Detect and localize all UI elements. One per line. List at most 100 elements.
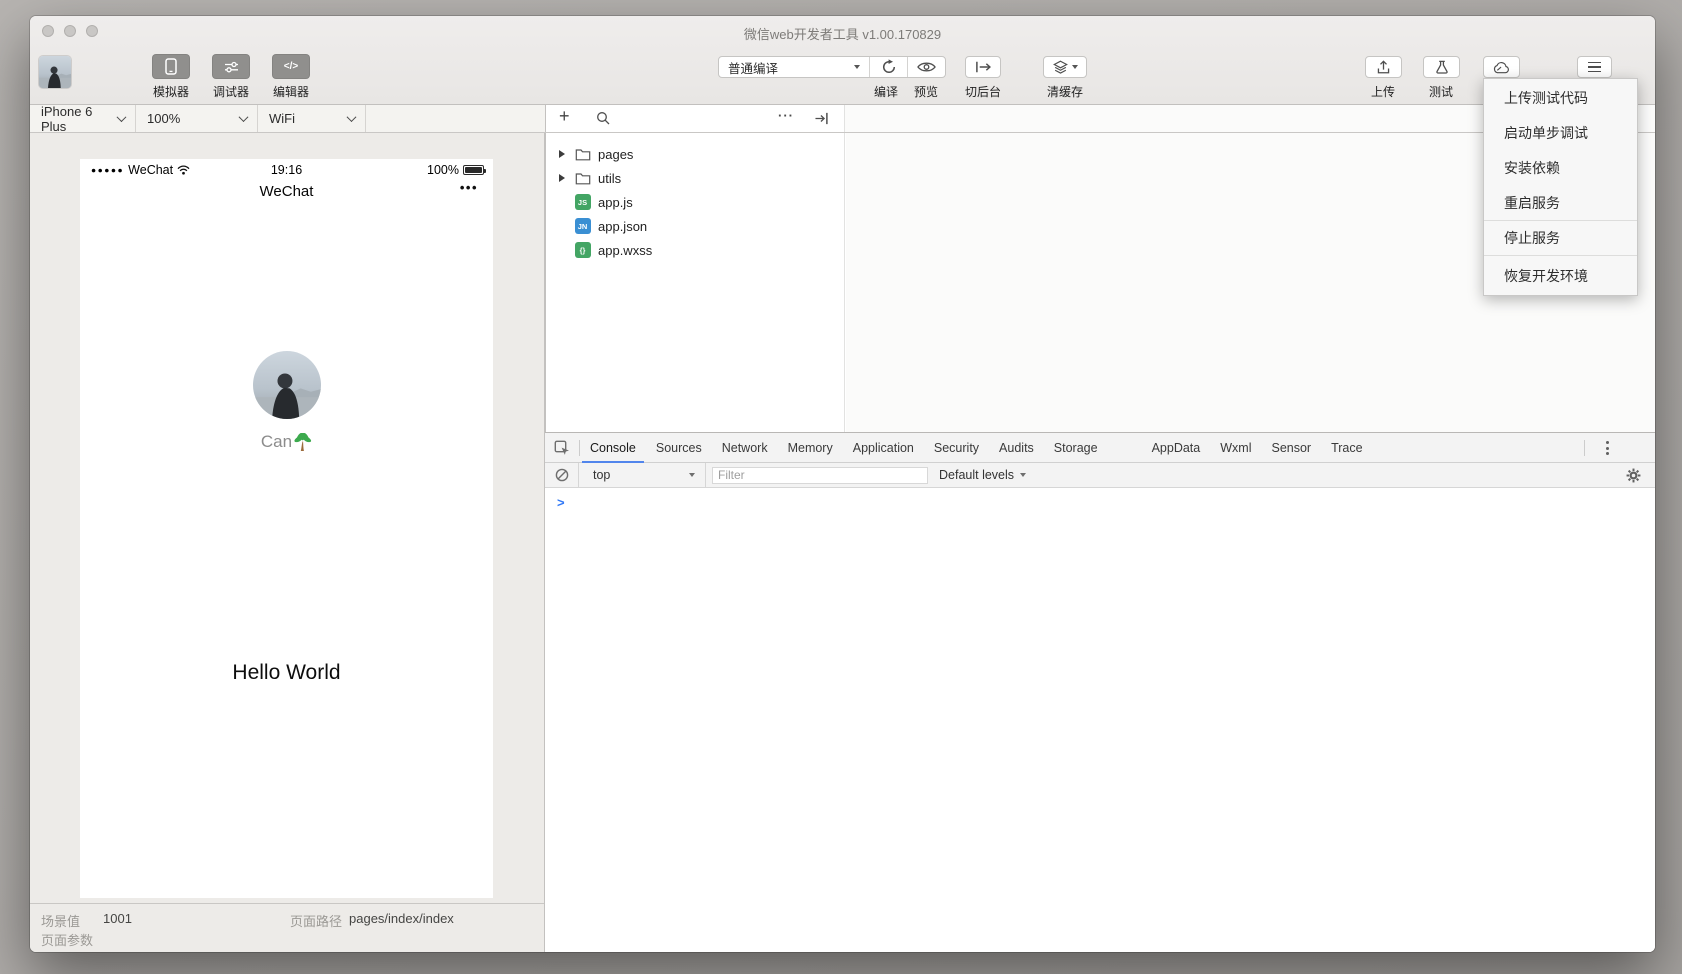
tab-memory[interactable]: Memory <box>778 433 843 462</box>
menu-item-restore-env[interactable]: 恢复开发环境 <box>1484 255 1637 295</box>
json-file-icon: JN <box>574 218 591 234</box>
phone-nav-bar: WeChat ••• <box>80 180 493 206</box>
editor-toggle-button[interactable]: </> <box>272 54 310 79</box>
network-select[interactable]: WiFi <box>258 105 366 132</box>
tree-file-appwxss[interactable]: {} app.wxss <box>546 238 844 262</box>
console-toolbar: top Default levels <box>545 463 1655 488</box>
folder-icon <box>574 148 591 161</box>
hello-world-text: Hello World <box>80 661 493 685</box>
chevron-down-icon <box>239 112 249 122</box>
tab-sources[interactable]: Sources <box>646 433 712 462</box>
tab-application[interactable]: Application <box>843 433 924 462</box>
collapse-panel-icon <box>814 112 829 125</box>
page-path-value: pages/index/index <box>349 911 454 926</box>
simulator-toggle-button[interactable] <box>152 54 190 79</box>
expand-arrow-icon[interactable] <box>559 150 565 158</box>
add-file-button[interactable]: + <box>559 106 570 127</box>
upload-icon <box>1376 60 1391 75</box>
file-tree-more-button[interactable]: ··· <box>778 108 794 123</box>
divider <box>1584 440 1585 456</box>
folder-icon <box>574 172 591 185</box>
tree-item-label: app.json <box>598 219 647 234</box>
zoom-select[interactable]: 100% <box>136 105 258 132</box>
devtools-tab-bar: Console Sources Network Memory Applicati… <box>545 433 1655 463</box>
file-tree-panel: pages utils JS app.js JN app.json <box>545 133 845 432</box>
palm-tree-emoji <box>293 433 312 452</box>
upload-label: 上传 <box>1353 83 1413 100</box>
device-select[interactable]: iPhone 6 Plus <box>30 105 136 132</box>
hamburger-icon <box>1588 62 1601 73</box>
switch-background-button[interactable] <box>965 56 1001 78</box>
collapse-panel-button[interactable] <box>814 112 829 130</box>
chevron-down-icon <box>689 473 695 477</box>
test-button[interactable] <box>1423 56 1460 78</box>
secondary-toolbar: iPhone 6 Plus 100% WiFi + <box>30 105 1655 133</box>
compile-mode-select[interactable]: 普通编译 <box>719 57 869 77</box>
debugger-toggle-button[interactable] <box>212 54 250 79</box>
app-window: 微信web开发者工具 v1.00.170829 模拟器 <box>30 16 1655 952</box>
tree-folder-pages[interactable]: pages <box>546 142 844 166</box>
devtools-panel: Console Sources Network Memory Applicati… <box>545 432 1655 952</box>
tab-console[interactable]: Console <box>580 433 646 462</box>
tree-item-label: app.js <box>598 195 633 210</box>
cloud-icon <box>1492 61 1511 74</box>
block-icon <box>555 468 569 482</box>
titlebar: 微信web开发者工具 v1.00.170829 模拟器 <box>30 16 1655 105</box>
menu-item-stop-service[interactable]: 停止服务 <box>1484 220 1637 255</box>
phone-status-bar: ●●●●● WeChat 19:16 100% <box>80 162 493 180</box>
switch-background-label: 切后台 <box>953 83 1013 100</box>
window-title: 微信web开发者工具 v1.00.170829 <box>30 24 1655 43</box>
log-levels-select[interactable]: Default levels <box>939 468 1026 482</box>
clear-cache-button[interactable] <box>1043 56 1087 78</box>
menu-item-start-step-debug[interactable]: 启动单步调试 <box>1484 115 1637 150</box>
bar-arrow-right-icon <box>975 60 992 74</box>
clear-console-button[interactable] <box>545 468 578 482</box>
execution-context-select[interactable]: top <box>578 463 706 487</box>
tab-trace[interactable]: Trace <box>1321 433 1373 462</box>
tree-file-appjson[interactable]: JN app.json <box>546 214 844 238</box>
console-output-area[interactable]: > <box>545 488 1655 951</box>
compile-button[interactable] <box>869 57 907 77</box>
console-filter-input[interactable] <box>712 467 928 484</box>
search-button[interactable] <box>596 111 610 130</box>
inspect-element-button[interactable] <box>545 433 579 462</box>
phone-screen: ●●●●● WeChat 19:16 100% <box>80 159 493 898</box>
devtools-overflow-menu-button[interactable] <box>1606 441 1609 455</box>
page-params-label: 页面参数 <box>41 930 93 949</box>
page-title: WeChat <box>80 183 493 200</box>
chevron-down-icon <box>1072 65 1078 69</box>
tab-sensor[interactable]: Sensor <box>1261 433 1321 462</box>
tree-item-label: pages <box>598 147 633 162</box>
tab-wxml[interactable]: Wxml <box>1210 433 1261 462</box>
battery-area: 100% <box>427 163 484 177</box>
tab-audits[interactable]: Audits <box>989 433 1044 462</box>
battery-icon <box>463 165 484 175</box>
expand-arrow-icon[interactable] <box>559 174 565 182</box>
wxss-file-icon: {} <box>574 242 591 258</box>
menu-item-restart-service[interactable]: 重启服务 <box>1484 185 1637 220</box>
tab-network[interactable]: Network <box>712 433 778 462</box>
phone-icon <box>165 58 177 75</box>
console-settings-button[interactable] <box>1626 468 1641 488</box>
cloud-menu-button[interactable] <box>1483 56 1520 78</box>
nav-more-button[interactable]: ••• <box>460 180 478 195</box>
tab-security[interactable]: Security <box>924 433 989 462</box>
preview-button[interactable] <box>907 57 945 77</box>
more-menu-button[interactable] <box>1577 56 1612 78</box>
user-avatar-large[interactable] <box>253 351 321 419</box>
tab-storage[interactable]: Storage <box>1044 433 1108 462</box>
console-prompt-chevron[interactable]: > <box>557 495 565 510</box>
tree-folder-utils[interactable]: utils <box>546 166 844 190</box>
menu-item-upload-test-code[interactable]: 上传测试代码 <box>1484 80 1637 115</box>
device-select-value: iPhone 6 Plus <box>41 104 118 134</box>
eye-icon <box>917 61 936 73</box>
search-icon <box>596 111 610 125</box>
upload-button[interactable] <box>1365 56 1402 78</box>
simulator-panel: ●●●●● WeChat 19:16 100% <box>30 133 545 952</box>
menu-item-install-deps[interactable]: 安装依赖 <box>1484 150 1637 185</box>
tree-file-appjs[interactable]: JS app.js <box>546 190 844 214</box>
code-icon: </> <box>284 61 298 72</box>
tab-appdata[interactable]: AppData <box>1142 433 1211 462</box>
user-avatar[interactable] <box>39 56 71 88</box>
userinfo-block[interactable]: Can <box>80 351 493 452</box>
